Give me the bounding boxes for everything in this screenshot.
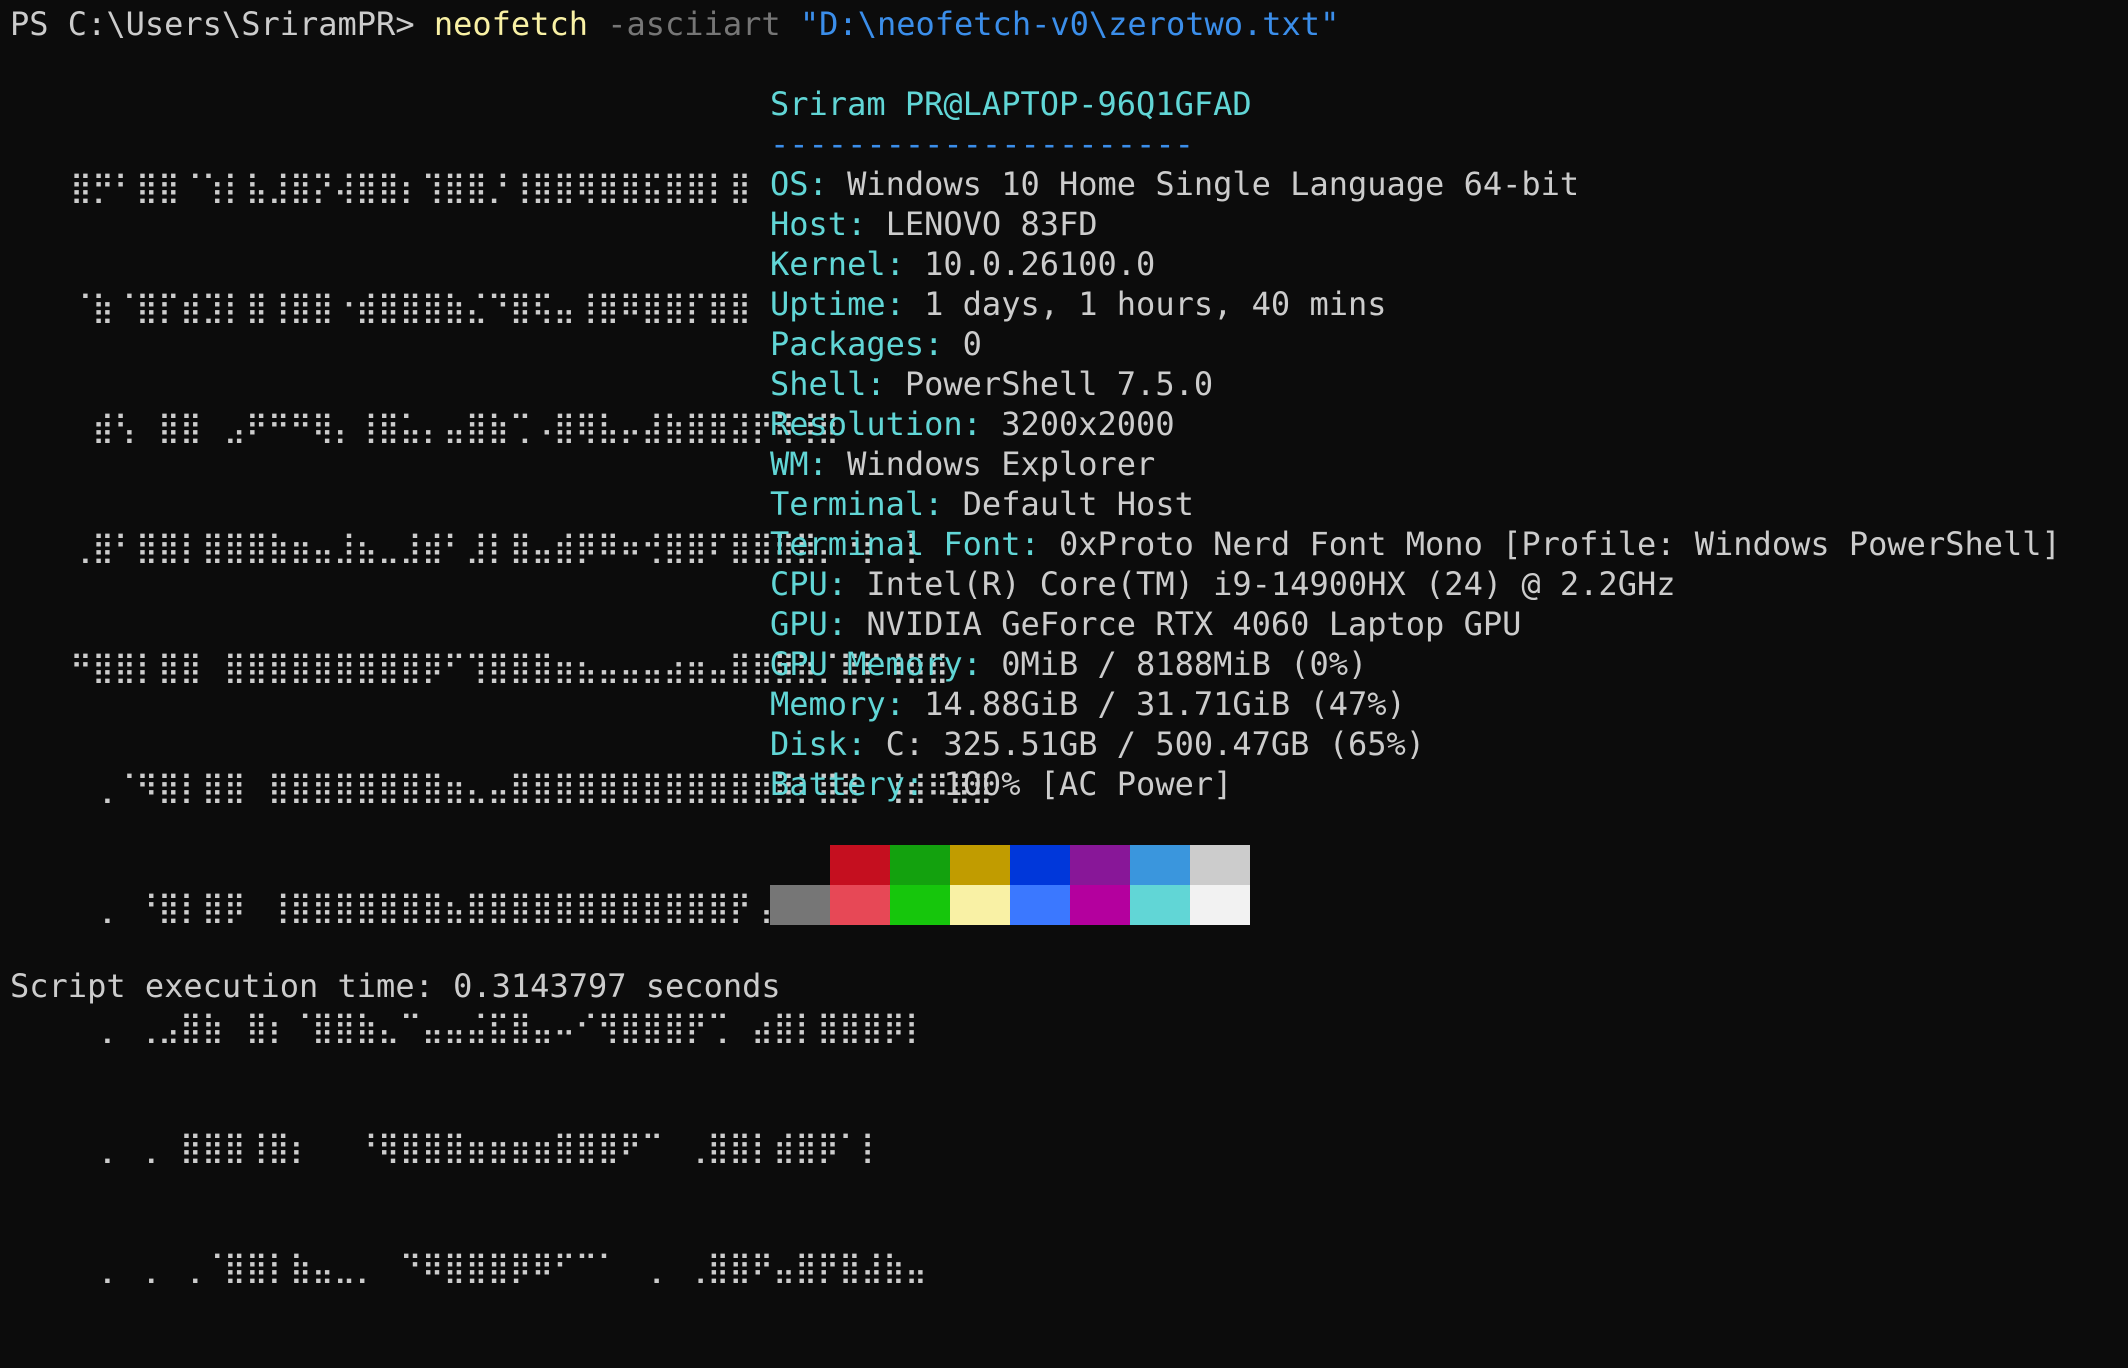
- info-value: Windows Explorer: [827, 445, 1156, 483]
- info-row-kernel: Kernel: 10.0.26100.0: [770, 244, 2061, 284]
- info-value: 0: [943, 325, 982, 363]
- info-row-gpu: GPU: NVIDIA GeForce RTX 4060 Laptop GPU: [770, 604, 2061, 644]
- title-separator: ----------------------: [770, 125, 1194, 163]
- info-key: WM:: [770, 445, 828, 483]
- info-key: Terminal Font:: [770, 525, 1040, 563]
- info-row-host: Host: LENOVO 83FD: [770, 204, 2061, 244]
- info-key: GPU Memory:: [770, 645, 982, 683]
- info-key: Uptime:: [770, 285, 905, 323]
- color-swatch: [1010, 885, 1070, 925]
- info-row-uptime: Uptime: 1 days, 1 hours, 40 mins: [770, 284, 2061, 324]
- info-value: NVIDIA GeForce RTX 4060 Laptop GPU: [847, 605, 1522, 643]
- info-value: 100% [AC Power]: [924, 765, 1233, 803]
- ascii-art-line: ⠀⢀⠀⢀⣠⣿⣷⠀⣿⡆⠈⣿⣿⣷⣄⠉⣤⣤⣬⣯⣿⣤⠤⠊⢻⣿⣿⣿⡟⢉⠀⣴⣿⡇⣿⣿⣿⡿⡇⠀: [70, 1010, 949, 1045]
- info-key: Resolution:: [770, 405, 982, 443]
- info-row-gpu-memory: GPU Memory: 0MiB / 8188MiB (0%): [770, 644, 2061, 684]
- info-row-shell: Shell: PowerShell 7.5.0: [770, 364, 2061, 404]
- system-info-panel: Sriram PR@LAPTOP-96Q1GFAD --------------…: [770, 84, 2061, 804]
- info-value: 10.0.26100.0: [904, 245, 1156, 283]
- info-row-terminal-font: Terminal Font: 0xProto Nerd Font Mono [P…: [770, 524, 2061, 564]
- info-row-memory: Memory: 14.88GiB / 31.71GiB (47%): [770, 684, 2061, 724]
- color-swatch: [950, 885, 1010, 925]
- command-prompt-line: PS C:\Users\SriramPR> neofetch -asciiart…: [10, 4, 1339, 44]
- color-palette: [770, 845, 1250, 925]
- prompt-path: PS C:\Users\SriramPR>: [10, 5, 434, 43]
- info-value: LENOVO 83FD: [866, 205, 1098, 243]
- color-swatch: [890, 885, 950, 925]
- color-swatch: [1070, 845, 1130, 885]
- command-argument: "D:\neofetch-v0\zerotwo.txt": [799, 5, 1340, 43]
- info-row-terminal: Terminal: Default Host: [770, 484, 2061, 524]
- info-key: CPU:: [770, 565, 848, 603]
- info-key: Battery:: [770, 765, 925, 803]
- color-swatch: [770, 885, 830, 925]
- color-swatch: [1190, 885, 1250, 925]
- info-value: 3200x2000: [981, 405, 1175, 443]
- info-key: Kernel:: [770, 245, 905, 283]
- color-swatch: [1070, 885, 1130, 925]
- info-key: OS:: [770, 165, 828, 203]
- color-swatch: [890, 845, 950, 885]
- info-key: Disk:: [770, 725, 867, 763]
- info-key: Host:: [770, 205, 867, 243]
- user-host-title: Sriram PR@LAPTOP-96Q1GFAD: [770, 85, 1252, 123]
- info-row-packages: Packages: 0: [770, 324, 2061, 364]
- command-flag: -asciiart: [587, 5, 800, 43]
- color-swatch: [1010, 845, 1070, 885]
- info-value: 14.88GiB / 31.71GiB (47%): [904, 685, 1406, 723]
- color-swatch: [830, 845, 890, 885]
- info-key: Shell:: [770, 365, 886, 403]
- palette-row-bright: [770, 885, 1250, 925]
- color-swatch: [830, 885, 890, 925]
- info-row-os: OS: Windows 10 Home Single Language 64-b…: [770, 164, 2061, 204]
- info-row-wm: WM: Windows Explorer: [770, 444, 2061, 484]
- color-swatch: [770, 845, 830, 885]
- info-value: PowerShell 7.5.0: [885, 365, 1214, 403]
- color-swatch: [1190, 845, 1250, 885]
- info-value: C: 325.51GB / 500.47GB (65%): [866, 725, 1426, 763]
- info-value: Windows 10 Home Single Language 64-bit: [827, 165, 1580, 203]
- color-swatch: [1130, 845, 1190, 885]
- color-swatch: [950, 845, 1010, 885]
- command-name: neofetch: [433, 5, 588, 43]
- info-row-cpu: CPU: Intel(R) Core(TM) i9-14900HX (24) @…: [770, 564, 2061, 604]
- info-key: Memory:: [770, 685, 905, 723]
- palette-row-normal: [770, 845, 1250, 885]
- execution-time-line: Script execution time: 0.3143797 seconds: [10, 967, 781, 1005]
- info-key: Packages:: [770, 325, 944, 363]
- info-value: Default Host: [943, 485, 1194, 523]
- ascii-art-line: ⠀⢀⠀⢀⠀⣿⣿⣿⢸⣿⡆⠀⠀⠘⢿⣿⣿⣿⣶⣶⣶⣶⣿⣿⣿⠟⠉⠀⢀⣿⣿⡇⣾⣿⡿⠁⡇⠀: [70, 1130, 905, 1165]
- info-value: Intel(R) Core(TM) i9-14900HX (24) @ 2.2G…: [847, 565, 1676, 603]
- info-key: Terminal:: [770, 485, 944, 523]
- terminal-window[interactable]: PS C:\Users\SriramPR> neofetch -asciiart…: [0, 0, 2128, 1285]
- ascii-art-line: ⠀⢀⠀⢀⠀⢀⠈⣿⣿⡇⣷⣤⣀⡀⠀⠙⠿⣿⣿⣿⡿⠿⠋⠉⠁⠀⢀⠀⢀⣿⣿⠟⣤⣿⡟⣿⣼⣷⣤: [70, 1250, 927, 1285]
- info-value: 0xProto Nerd Font Mono [Profile: Windows…: [1039, 525, 2061, 563]
- info-row-disk: Disk: C: 325.51GB / 500.47GB (65%): [770, 724, 2061, 764]
- info-key: GPU:: [770, 605, 848, 643]
- info-row-battery: Battery: 100% [AC Power]: [770, 764, 2061, 804]
- color-swatch: [1130, 885, 1190, 925]
- info-row-resolution: Resolution: 3200x2000: [770, 404, 2061, 444]
- info-value: 1 days, 1 hours, 40 mins: [904, 285, 1387, 323]
- info-value: 0MiB / 8188MiB (0%): [981, 645, 1368, 683]
